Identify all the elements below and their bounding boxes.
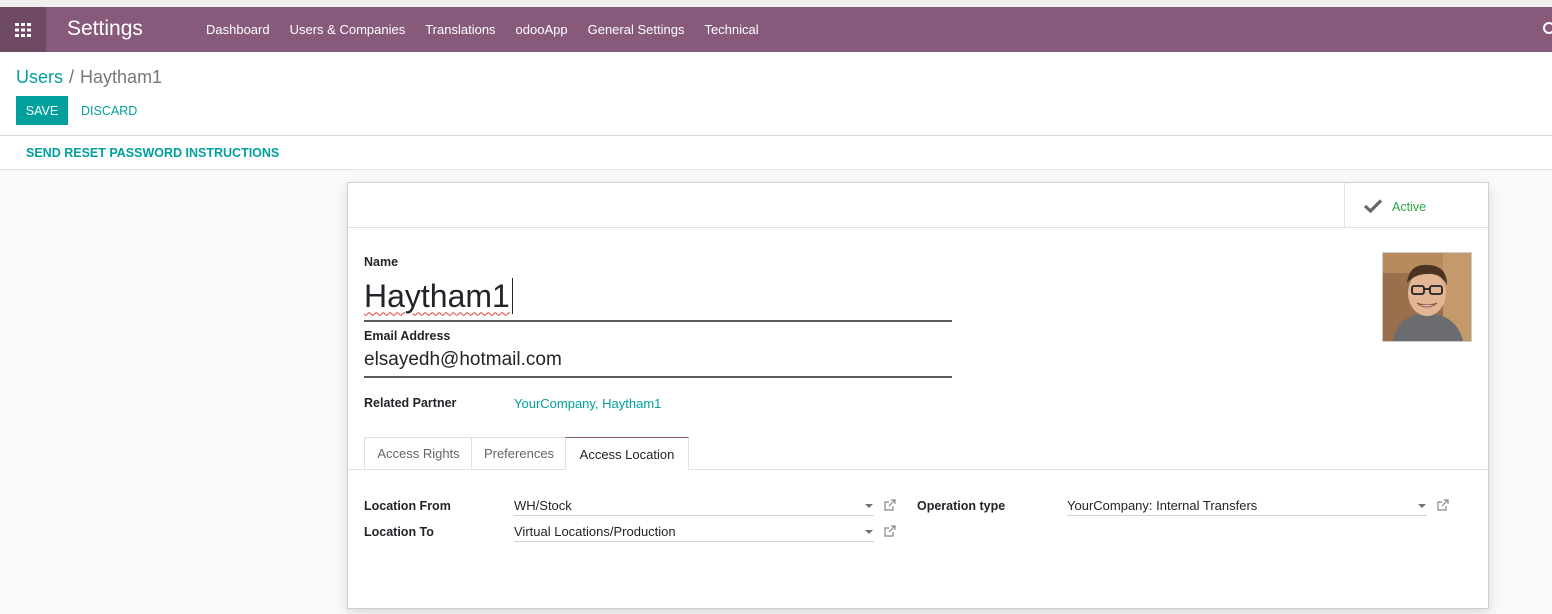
- menu-odooapp[interactable]: odooApp: [506, 22, 578, 37]
- location-from-dropdown-icon[interactable]: [865, 504, 873, 508]
- breadcrumb-separator: /: [69, 67, 75, 87]
- user-avatar[interactable]: [1382, 252, 1472, 342]
- send-reset-password-button[interactable]: SEND RESET PASSWORD INSTRUCTIONS: [26, 146, 279, 160]
- check-icon: [1363, 199, 1383, 214]
- location-to-external-link-icon[interactable]: [884, 525, 896, 537]
- email-field[interactable]: elsayedh@hotmail.com: [364, 343, 952, 378]
- notebook-tabs: Access Rights Preferences Access Locatio…: [348, 437, 1488, 470]
- operation-type-external-link-icon[interactable]: [1437, 499, 1449, 511]
- active-label: Active: [1392, 200, 1427, 214]
- location-from-field[interactable]: WH/Stock: [514, 495, 874, 516]
- location-to-dropdown-icon[interactable]: [865, 530, 873, 534]
- breadcrumb-users-link[interactable]: Users: [16, 67, 63, 87]
- user-photo-icon: [1383, 253, 1471, 341]
- name-label: Name: [364, 255, 399, 269]
- operation-type-value: YourCompany: Internal Transfers: [1067, 497, 1258, 513]
- related-partner-link[interactable]: YourCompany, Haytham1: [514, 396, 661, 411]
- email-value: elsayedh@hotmail.com: [364, 348, 562, 370]
- location-from-label: Location From: [364, 499, 451, 513]
- browser-top-strip: [0, 0, 1552, 7]
- operation-type-dropdown-icon[interactable]: [1418, 504, 1426, 508]
- app-title: Settings: [67, 17, 143, 40]
- name-value: Haytham1: [364, 277, 510, 314]
- apps-menu-button[interactable]: [0, 7, 46, 52]
- discard-button[interactable]: DISCARD: [81, 96, 137, 125]
- menu-users-companies[interactable]: Users & Companies: [280, 22, 416, 37]
- related-partner-label: Related Partner: [364, 396, 457, 410]
- location-from-external-link-icon[interactable]: [884, 499, 896, 511]
- grid-icon: [15, 22, 31, 37]
- location-to-value: Virtual Locations/Production: [514, 523, 676, 539]
- operation-type-label: Operation type: [917, 499, 1006, 513]
- control-panel: Users / Haytham1 SAVE DISCARD: [0, 52, 1552, 136]
- operation-type-field[interactable]: YourCompany: Internal Transfers: [1067, 495, 1427, 516]
- form-statusbar: SEND RESET PASSWORD INSTRUCTIONS: [0, 136, 1552, 170]
- menu-dashboard[interactable]: Dashboard: [196, 22, 280, 37]
- breadcrumb-current: Haytham1: [80, 67, 163, 87]
- location-from-value: WH/Stock: [514, 497, 572, 513]
- name-field[interactable]: Haytham1: [364, 272, 952, 322]
- location-to-field[interactable]: Virtual Locations/Production: [514, 521, 874, 542]
- save-button[interactable]: SAVE: [16, 96, 68, 125]
- main-navbar: Settings Dashboard Users & Companies Tra…: [0, 7, 1552, 52]
- tab-preferences[interactable]: Preferences: [471, 437, 567, 469]
- tab-access-rights[interactable]: Access Rights: [364, 437, 473, 469]
- form-sheet: Active Name Haytham1 Email Address elsay…: [347, 182, 1489, 609]
- location-to-label: Location To: [364, 525, 434, 539]
- search-icon[interactable]: [1542, 21, 1552, 39]
- breadcrumb: Users / Haytham1: [16, 67, 162, 88]
- active-toggle-button[interactable]: Active: [1344, 183, 1489, 227]
- top-menu: Dashboard Users & Companies Translations…: [196, 7, 769, 52]
- email-label: Email Address: [364, 329, 451, 343]
- tab-access-location[interactable]: Access Location: [565, 437, 689, 470]
- text-caret: [511, 278, 513, 314]
- button-box: Active: [348, 183, 1488, 228]
- menu-translations[interactable]: Translations: [415, 22, 505, 37]
- menu-general-settings[interactable]: General Settings: [578, 22, 695, 37]
- menu-technical[interactable]: Technical: [694, 22, 768, 37]
